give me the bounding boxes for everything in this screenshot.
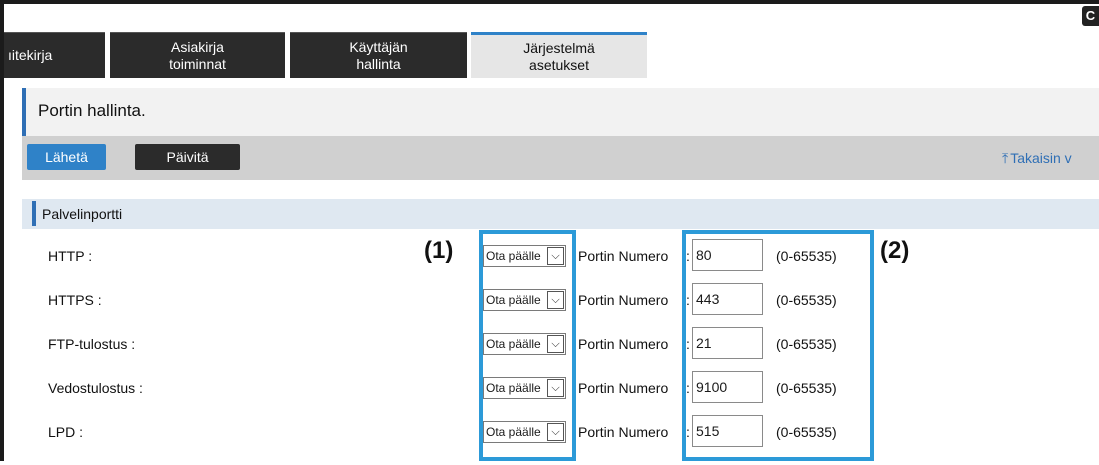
- section-header: Palvelinportti: [22, 199, 1099, 229]
- port-number-label: Portin Numero: [578, 248, 669, 264]
- page-title-bar: Portin hallinta.: [22, 88, 1099, 136]
- back-link[interactable]: ⤒ Takaisin v: [1002, 150, 1072, 167]
- row-label: FTP-tulostus :: [48, 336, 136, 352]
- action-bar: Lähetä Päivitä ⤒ Takaisin v: [22, 136, 1099, 180]
- port-number-label: Portin Numero: [578, 380, 669, 396]
- tab-address-book[interactable]: ıitekirja: [4, 32, 105, 78]
- tab-user-control[interactable]: Käyttäjän hallinta: [290, 32, 467, 78]
- tab-document-operations[interactable]: Asiakirja toiminnat: [110, 32, 285, 78]
- tab-label: Käyttäjän hallinta: [349, 38, 408, 72]
- window-top-border: [0, 0, 1099, 4]
- callout-label-1: (1): [424, 237, 454, 264]
- send-button[interactable]: Lähetä: [27, 144, 106, 170]
- tab-label: Asiakirja toiminnat: [169, 38, 226, 72]
- port-number-label: Portin Numero: [578, 336, 669, 352]
- port-number-label: Portin Numero: [578, 292, 669, 308]
- row-label: Vedostulostus :: [48, 380, 143, 396]
- row-label: LPD :: [48, 424, 84, 440]
- tab-label: ıitekirja: [8, 47, 53, 63]
- row-label: HTTP :: [48, 248, 93, 264]
- highlight-box-port-column: [682, 230, 874, 461]
- tab-system-settings[interactable]: Järjestelmä asetukset: [471, 32, 647, 78]
- back-link-label: Takaisin v: [1010, 150, 1072, 166]
- callout-label-2: (2): [880, 237, 910, 264]
- highlight-box-enable-column: [479, 230, 576, 461]
- port-number-label: Portin Numero: [578, 424, 669, 440]
- tab-bar: ıitekirja Asiakirja toiminnat Käyttäjän …: [4, 32, 1099, 78]
- row-label: HTTPS :: [48, 292, 102, 308]
- section-title: Palvelinportti: [42, 206, 123, 222]
- back-arrow-icon: ⤒: [1002, 150, 1009, 166]
- page-title: Portin hallinta.: [38, 101, 146, 120]
- section-accent-bar: [32, 201, 36, 226]
- corner-icon[interactable]: C: [1082, 6, 1099, 26]
- tab-label: Järjestelmä asetukset: [523, 39, 595, 73]
- refresh-button[interactable]: Päivitä: [135, 144, 240, 170]
